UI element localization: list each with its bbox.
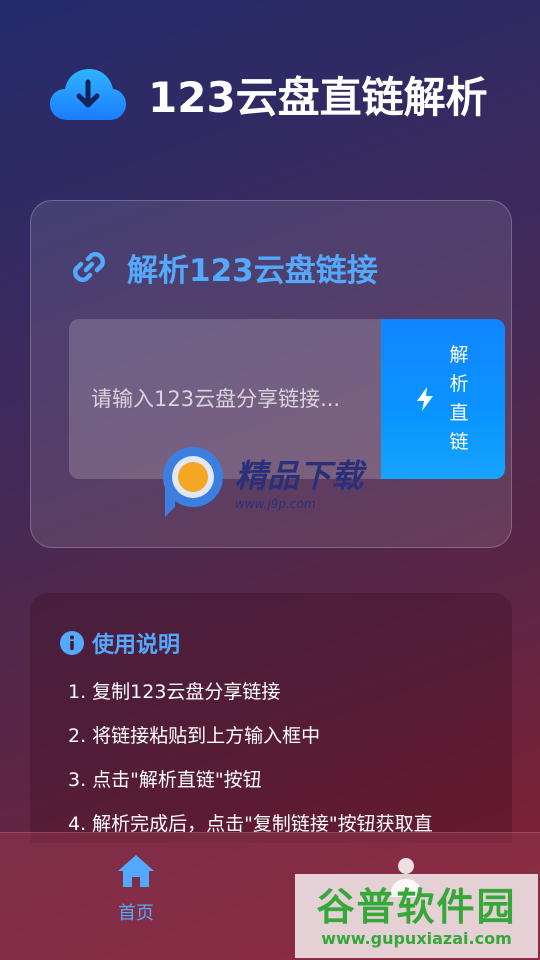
link-icon — [73, 252, 105, 282]
info-icon — [60, 631, 84, 655]
j9p-watermark: 精品下载 www.j9p.com — [157, 441, 407, 521]
instruction-step: 3. 点击"解析直链"按钮 — [68, 769, 262, 791]
home-icon — [118, 855, 154, 887]
parse-button-label: 解析直链 — [449, 344, 469, 453]
app-title: 123云盘直链解析 — [148, 72, 488, 122]
j9p-logo-icon — [163, 447, 223, 517]
instructions-list: 1. 复制123云盘分享链接 2. 将链接粘贴到上方输入框中 3. 点击"解析直… — [68, 679, 433, 855]
instruction-step: 2. 将链接粘贴到上方输入框中 — [68, 725, 321, 747]
nav-home[interactable]: 首页 — [96, 853, 176, 933]
instruction-step: 1. 复制123云盘分享链接 — [68, 681, 281, 703]
nav-home-label: 首页 — [118, 903, 154, 924]
gupu-url: www.gupuxiazai.com — [321, 928, 512, 948]
instructions-card: 使用说明 1. 复制123云盘分享链接 2. 将链接粘贴到上方输入框中 3. 点… — [30, 593, 512, 843]
instructions-header: 使用说明 — [60, 627, 180, 659]
parse-card: 解析123云盘链接 解析直链 精品下载 www.j9p.com — [30, 200, 512, 548]
j9p-url: www.j9p.com — [235, 497, 316, 511]
j9p-text: 精品下载 www.j9p.com — [235, 451, 363, 511]
parse-card-title: 解析123云盘链接 — [127, 252, 378, 289]
parse-card-header: 解析123云盘链接 — [69, 245, 378, 289]
gupu-watermark: 谷普软件园 www.gupuxiazai.com — [295, 874, 538, 958]
gupu-name: 谷普软件园 — [316, 884, 517, 929]
instructions-title: 使用说明 — [92, 633, 181, 658]
bolt-icon — [417, 387, 433, 411]
cloud-download-icon — [50, 69, 126, 120]
app-header: 123云盘直链解析 — [50, 62, 510, 126]
j9p-name: 精品下载 — [235, 457, 364, 495]
